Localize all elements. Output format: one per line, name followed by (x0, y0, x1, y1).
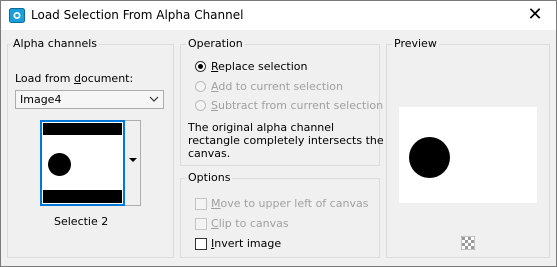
dropdown-arrow-icon (129, 158, 137, 162)
radio-selected-dot (198, 64, 203, 69)
add-selection-label[interactable]: Add to current selection (211, 80, 343, 93)
options-title: Options (186, 171, 233, 184)
dialog-window: Load Selection From Alpha Channel ✕ Alph… (0, 0, 557, 267)
thumbnail-caption: Selectie 2 (54, 215, 109, 228)
thumbnail-band-top (43, 123, 122, 135)
subtract-selection-label[interactable]: Subtract from current selection (211, 99, 383, 112)
replace-selection-radio[interactable] (195, 61, 206, 72)
operation-info-line-1: The original alpha channel (188, 121, 335, 134)
invert-image-label[interactable]: Invert image (211, 237, 281, 250)
add-selection-radio[interactable] (195, 81, 206, 92)
preview-title: Preview (392, 37, 439, 50)
alpha-channels-title: Alpha channels (11, 37, 100, 50)
document-select[interactable]: Image4 (15, 90, 164, 109)
checkerboard-icon[interactable] (461, 236, 475, 250)
chevron-down-icon (149, 96, 159, 102)
load-from-document-label: Load from document: (15, 72, 134, 85)
document-select-value: Image4 (20, 93, 62, 106)
window-title: Load Selection From Alpha Channel (31, 8, 244, 22)
clip-to-canvas-label[interactable]: Clip to canvas (211, 217, 289, 230)
operation-info-line-3: canvas. (188, 147, 231, 160)
operation-info-line-2: rectangle completely intersects the (188, 134, 384, 147)
channel-dropdown-button[interactable] (125, 120, 141, 206)
preview-circle (409, 137, 450, 178)
title-bar[interactable]: Load Selection From Alpha Channel ✕ (1, 1, 556, 30)
move-upper-left-label[interactable]: Move to upper left of canvas (211, 197, 368, 210)
operation-title: Operation (186, 37, 245, 50)
replace-selection-label[interactable]: Replace selection (211, 60, 307, 73)
close-icon: ✕ (527, 4, 543, 25)
app-icon (9, 8, 25, 23)
thumbnail-circle (48, 153, 71, 176)
thumbnail-band-bottom (43, 190, 122, 203)
close-button[interactable]: ✕ (524, 5, 546, 25)
invert-image-checkbox[interactable] (195, 238, 207, 250)
subtract-selection-radio[interactable] (195, 100, 206, 111)
clip-to-canvas-checkbox[interactable] (195, 218, 207, 230)
move-upper-left-checkbox[interactable] (195, 198, 207, 210)
